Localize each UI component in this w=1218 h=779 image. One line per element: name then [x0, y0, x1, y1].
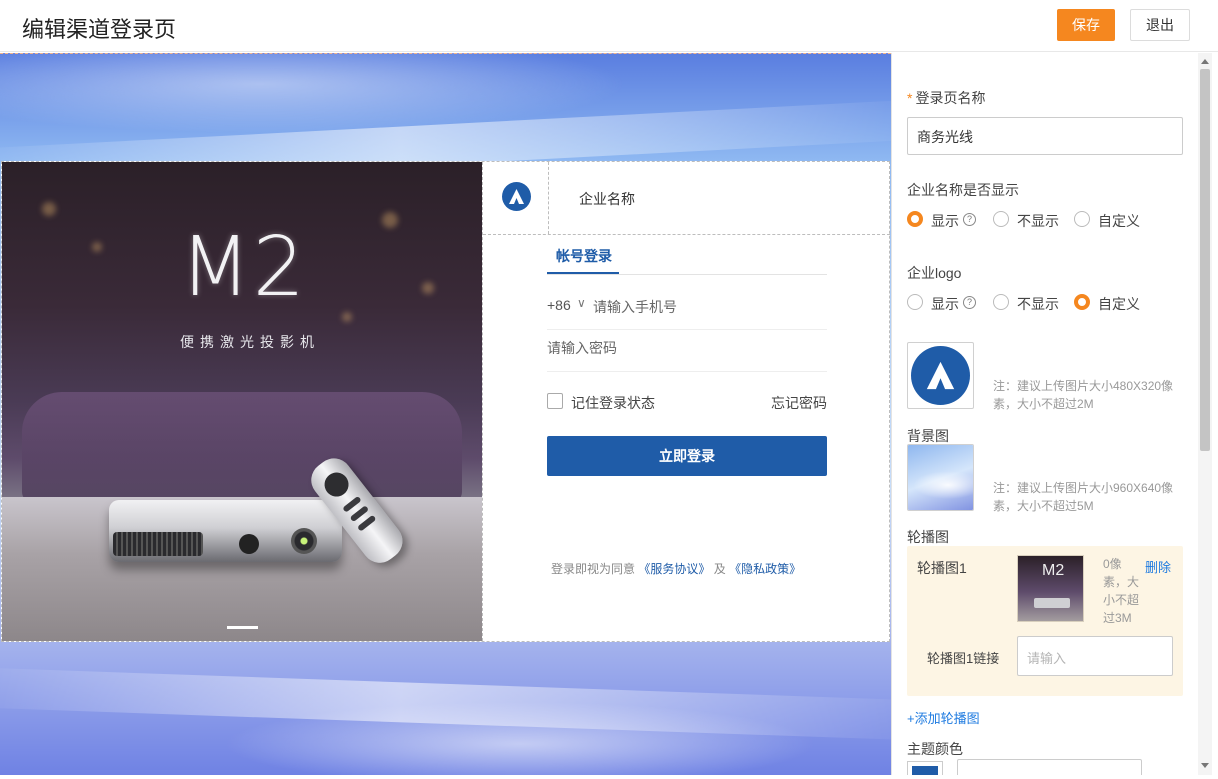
radio-hide-logo[interactable] — [993, 294, 1009, 310]
name-field-label: * 登录页名称 — [907, 90, 986, 106]
exit-button[interactable]: 退出 — [1130, 9, 1190, 41]
radio-custom-logo[interactable] — [1074, 294, 1090, 310]
radio-show-logo[interactable] — [907, 294, 923, 310]
banner-subtitle: 便携激光投影机 — [180, 334, 320, 350]
projector-grill — [113, 532, 203, 556]
theme-color-input[interactable] — [957, 759, 1142, 775]
thumbnail-headline: M2 — [1042, 562, 1065, 579]
agreement-and: 及 — [713, 562, 726, 576]
tab-divider — [547, 274, 827, 275]
scroll-down-arrow-icon[interactable] — [1201, 763, 1209, 768]
password-field[interactable]: 请输入密码 — [547, 330, 827, 372]
required-mark: * — [907, 90, 913, 106]
login-form: 企业名称 帐号登录 +86 ∨ 请输入手机号 请输入密码 记住登录状态 忘记密码… — [482, 162, 890, 641]
carousel-banner[interactable]: M2 便携激光投影机 — [2, 162, 482, 641]
projector-lens — [291, 528, 317, 554]
show-company-name-label: 企业名称是否显示 — [907, 182, 1019, 198]
forgot-password-link[interactable]: 忘记密码 — [771, 393, 827, 413]
password-input[interactable]: 请输入密码 — [547, 338, 617, 358]
background-upload-thumbnail[interactable] — [907, 444, 974, 511]
remember-checkbox[interactable] — [547, 393, 563, 409]
scroll-up-arrow-icon[interactable] — [1201, 59, 1209, 64]
chevron-down-icon[interactable]: ∨ — [577, 296, 586, 310]
bokeh-light — [382, 212, 398, 228]
login-button[interactable]: 立即登录 — [547, 436, 827, 476]
help-icon[interactable]: ? — [963, 296, 976, 309]
background-streak — [0, 666, 891, 742]
bokeh-light — [92, 242, 102, 252]
agreement-prefix: 登录即视为同意 — [551, 562, 636, 576]
country-code-select[interactable]: +86 — [547, 297, 571, 313]
radio-label-show[interactable]: 显示 — [931, 294, 959, 314]
background-label: 背景图 — [907, 428, 949, 444]
radio-label-custom[interactable]: 自定义 — [1098, 211, 1140, 231]
company-name: 企业名称 — [579, 191, 635, 207]
remember-label[interactable]: 记住登录状态 — [571, 393, 655, 413]
logo-upload-note: 注：建议上传图片大小480X320像素，大小不超过2M — [993, 379, 1174, 411]
radio-label-hide[interactable]: 不显示 — [1017, 211, 1059, 231]
carousel-link-input[interactable]: 请输入 — [1017, 636, 1173, 676]
header-bar: 编辑渠道登录页 保存 退出 — [0, 0, 1218, 52]
theme-color-fill — [912, 766, 938, 775]
page-title: 编辑渠道登录页 — [22, 17, 177, 42]
carousel-link-label: 轮播图1链接 — [927, 651, 1000, 666]
logo-upload-thumbnail[interactable] — [907, 342, 974, 409]
radio-show-company-name[interactable] — [907, 211, 923, 227]
company-logo-icon — [502, 182, 531, 211]
phone-field[interactable]: +86 ∨ 请输入手机号 — [547, 288, 827, 330]
company-logo-label: 企业logo — [907, 265, 962, 281]
login-page-preview: M2 便携激光投影机 企业名称 帐号登录 +86 ∨ 请输入手机号 请输入密码 … — [0, 53, 891, 775]
company-logo-icon — [911, 346, 970, 405]
bokeh-light — [422, 282, 434, 294]
help-icon[interactable]: ? — [963, 213, 976, 226]
projector-logo — [239, 534, 259, 554]
company-logo-box — [483, 162, 549, 234]
remote-key — [356, 514, 377, 532]
carousel-section-label: 轮播图 — [907, 529, 949, 545]
background-image-preview — [908, 445, 973, 510]
agreement-text: 登录即视为同意 《服务协议》 及 《隐私政策》 — [551, 560, 801, 577]
carousel-indicator[interactable] — [227, 626, 258, 629]
bokeh-light — [42, 202, 56, 216]
form-header: 企业名称 — [483, 162, 890, 235]
radio-label-hide[interactable]: 不显示 — [1017, 294, 1059, 314]
banner-headline: M2 — [180, 220, 307, 315]
carousel-item-label: 轮播图1 — [917, 560, 967, 576]
settings-panel: * 登录页名称 商务光线 企业名称是否显示 显示 ? 不显示 自定义 企业logo… — [891, 53, 1218, 775]
tab-account-login[interactable]: 帐号登录 — [556, 246, 612, 266]
carousel-item-thumbnail[interactable]: M2 — [1017, 555, 1084, 622]
carousel-delete-link[interactable]: 删除 — [1145, 557, 1171, 576]
remote-dpad — [319, 467, 354, 502]
theme-color-label: 主题颜色 — [907, 741, 963, 757]
radio-hide-company-name[interactable] — [993, 211, 1009, 227]
phone-input[interactable]: 请输入手机号 — [593, 297, 677, 317]
radio-label-custom[interactable]: 自定义 — [1098, 294, 1140, 314]
save-button[interactable]: 保存 — [1057, 9, 1115, 41]
radio-custom-company-name[interactable] — [1074, 211, 1090, 227]
tab-active-underline — [547, 272, 619, 274]
login-page-name-input[interactable]: 商务光线 — [907, 117, 1183, 155]
thumbnail-projector — [1034, 598, 1070, 608]
add-carousel-link[interactable]: +添加轮播图 — [907, 708, 980, 727]
scrollbar-thumb[interactable] — [1200, 69, 1210, 451]
carousel-item-note: 0像素，大小不超过3M — [1103, 557, 1140, 625]
terms-link[interactable]: 《服务协议》 — [638, 562, 710, 576]
background-upload-note: 注：建议上传图片大小960X640像素，大小不超过5M — [993, 481, 1174, 513]
login-card: M2 便携激光投影机 企业名称 帐号登录 +86 ∨ 请输入手机号 请输入密码 … — [1, 161, 890, 642]
privacy-link[interactable]: 《隐私政策》 — [729, 562, 801, 576]
theme-color-swatch[interactable] — [907, 761, 943, 775]
radio-label-show[interactable]: 显示 — [931, 211, 959, 231]
sofa-shape — [22, 392, 462, 502]
carousel-item-card: 轮播图1 M2 0像素，大小不超过3M 删除 轮播图1链接 请输入 — [907, 546, 1183, 696]
bokeh-light — [342, 312, 352, 322]
panel-scrollbar[interactable] — [1198, 53, 1212, 775]
projector-image — [109, 500, 342, 562]
